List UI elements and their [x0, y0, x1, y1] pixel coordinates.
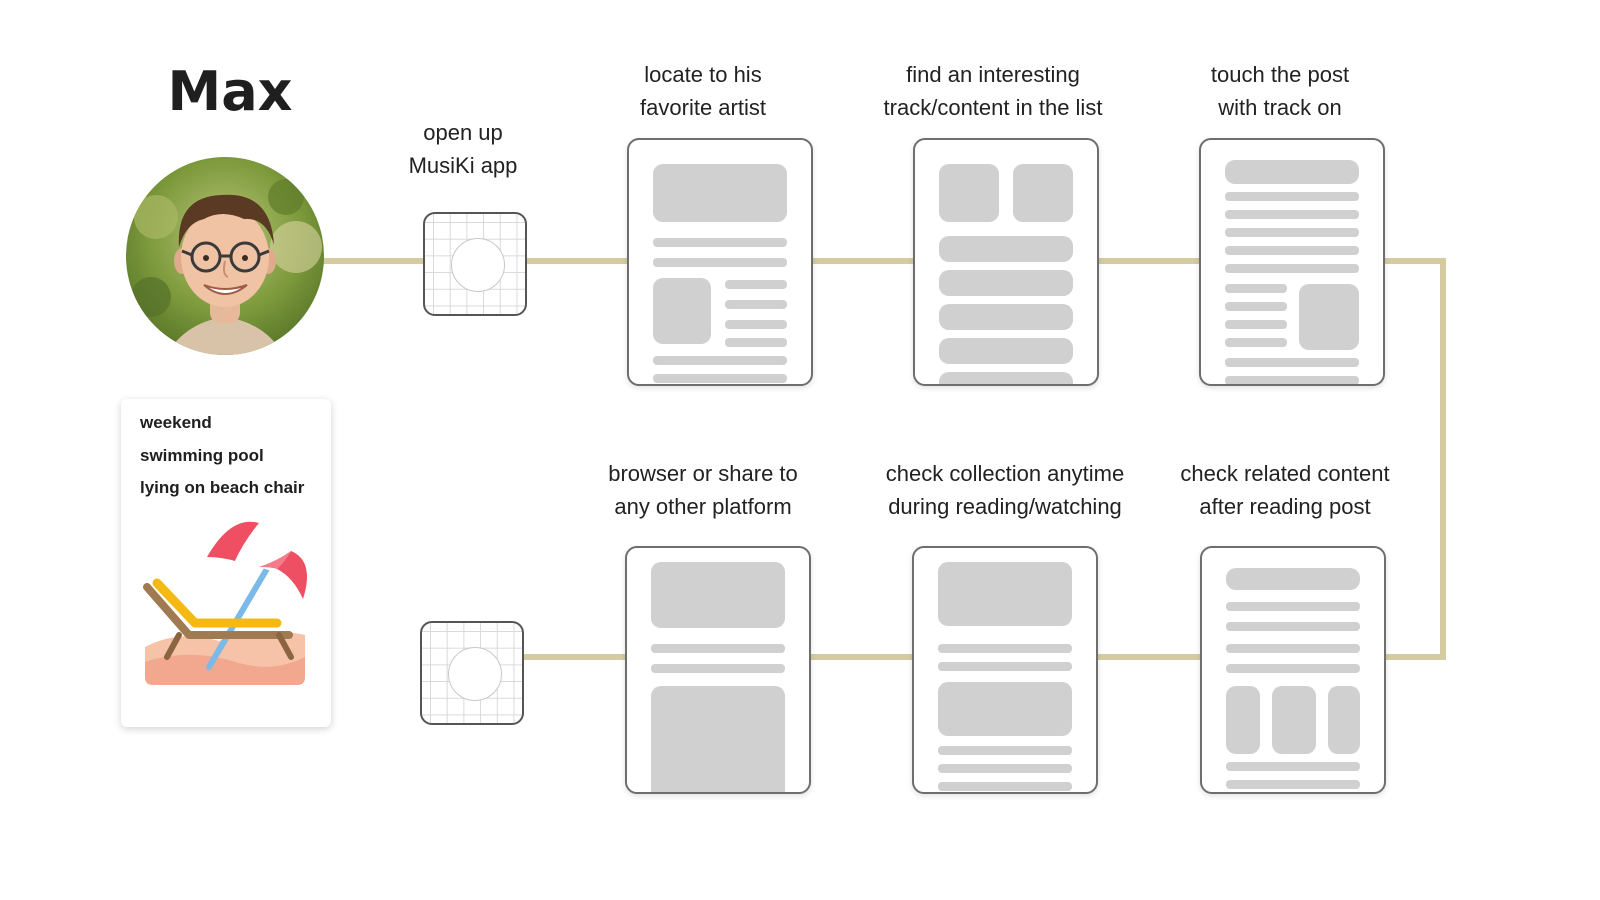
wireframe-block	[1272, 686, 1316, 754]
screen-artist	[627, 138, 813, 386]
caption-line: any other platform	[614, 494, 792, 519]
wireframe-block	[939, 236, 1073, 262]
app-icon-end	[420, 621, 524, 725]
wireframe-text-line	[725, 320, 787, 329]
screen-track-list	[913, 138, 1099, 386]
wireframe-block	[1225, 160, 1359, 184]
wireframe-text-line	[1226, 780, 1360, 789]
caption-line: with track on	[1218, 95, 1342, 120]
wireframe-block	[1299, 284, 1359, 350]
wireframe-block	[1013, 164, 1073, 222]
scenario-line: weekend	[140, 413, 212, 432]
caption-line: open up	[423, 120, 503, 145]
wireframe-block	[1226, 686, 1260, 754]
caption-line: favorite artist	[640, 95, 766, 120]
step-caption-find-track: find an interesting track/content in the…	[860, 58, 1126, 124]
wireframe-text-line	[1226, 644, 1360, 653]
step-caption-browser-share: browser or share to any other platform	[583, 457, 823, 523]
screen-related	[1200, 546, 1386, 794]
caption-line: locate to his	[644, 62, 762, 87]
step-caption-check-collection: check collection anytime during reading/…	[860, 457, 1150, 523]
caption-line: during reading/watching	[888, 494, 1122, 519]
wireframe-text-line	[938, 746, 1072, 755]
scenario-line: lying on beach chair	[140, 478, 305, 497]
caption-line: MusiKi app	[408, 153, 518, 178]
caption-line: find an interesting	[906, 62, 1080, 87]
wireframe-text-line	[653, 356, 787, 365]
wireframe-text-line	[651, 644, 785, 653]
wireframe-text-line	[1225, 210, 1359, 219]
wireframe-block	[653, 164, 787, 222]
wireframe-text-line	[938, 764, 1072, 773]
wireframe-block	[939, 372, 1073, 384]
beach-chair-umbrella-icon	[143, 521, 308, 685]
wireframe-text-line	[1226, 762, 1360, 771]
step-caption-open-app: open up MusiKi app	[363, 116, 563, 182]
app-icon-circle	[451, 238, 505, 292]
screen-post	[1199, 138, 1385, 386]
persona-avatar	[126, 157, 324, 355]
scenario-card: weekend swimming pool lying on beach cha…	[121, 399, 331, 727]
wireframe-block	[939, 304, 1073, 330]
wireframe-block	[939, 270, 1073, 296]
connector-right	[1440, 258, 1446, 660]
wireframe-text-line	[1225, 228, 1359, 237]
wireframe-block	[938, 562, 1072, 626]
wireframe-text-line	[725, 300, 787, 309]
wireframe-text-line	[1225, 192, 1359, 201]
screen-collection	[912, 546, 1098, 794]
wireframe-text-line	[1226, 602, 1360, 611]
wireframe-text-line	[938, 662, 1072, 671]
wireframe-text-line	[938, 782, 1072, 791]
wireframe-text-line	[1225, 338, 1287, 347]
wireframe-text-line	[651, 664, 785, 673]
caption-line: touch the post	[1210, 62, 1350, 87]
caption-line: after reading post	[1199, 494, 1371, 519]
wireframe-text-line	[1226, 664, 1360, 673]
step-caption-locate-artist: locate to his favorite artist	[583, 58, 823, 124]
wireframe-text-line	[653, 374, 787, 383]
wireframe-block	[653, 278, 711, 344]
wireframe-text-line	[1225, 246, 1359, 255]
wireframe-block	[1328, 686, 1360, 754]
persona-name: Max	[167, 60, 293, 123]
caption-line: check related content	[1180, 461, 1390, 486]
screen-share	[625, 546, 811, 794]
app-icon-start	[423, 212, 527, 316]
wireframe-block	[651, 686, 785, 792]
app-icon-circle	[448, 647, 502, 701]
scenario-line: swimming pool	[140, 446, 264, 465]
wireframe-text-line	[653, 238, 787, 247]
wireframe-text-line	[1225, 302, 1287, 311]
step-caption-touch-post: touch the post with track on	[1160, 58, 1400, 124]
wireframe-text-line	[1225, 264, 1359, 273]
caption-line: browser or share to	[608, 461, 798, 486]
caption-line: check collection anytime	[885, 461, 1125, 486]
wireframe-text-line	[1225, 320, 1287, 329]
wireframe-text-line	[725, 338, 787, 347]
wireframe-block	[651, 562, 785, 628]
step-caption-check-related: check related content after reading post	[1160, 457, 1410, 523]
wireframe-text-line	[653, 258, 787, 267]
wireframe-text-line	[938, 644, 1072, 653]
wireframe-block	[939, 338, 1073, 364]
wireframe-text-line	[1225, 284, 1287, 293]
wireframe-text-line	[1226, 622, 1360, 631]
wireframe-block	[939, 164, 999, 222]
wireframe-block	[1226, 568, 1360, 590]
wireframe-text-line	[725, 280, 787, 289]
caption-line: track/content in the list	[883, 95, 1103, 120]
wireframe-text-line	[1225, 358, 1359, 367]
wireframe-block	[938, 682, 1072, 736]
wireframe-text-line	[1225, 376, 1359, 384]
